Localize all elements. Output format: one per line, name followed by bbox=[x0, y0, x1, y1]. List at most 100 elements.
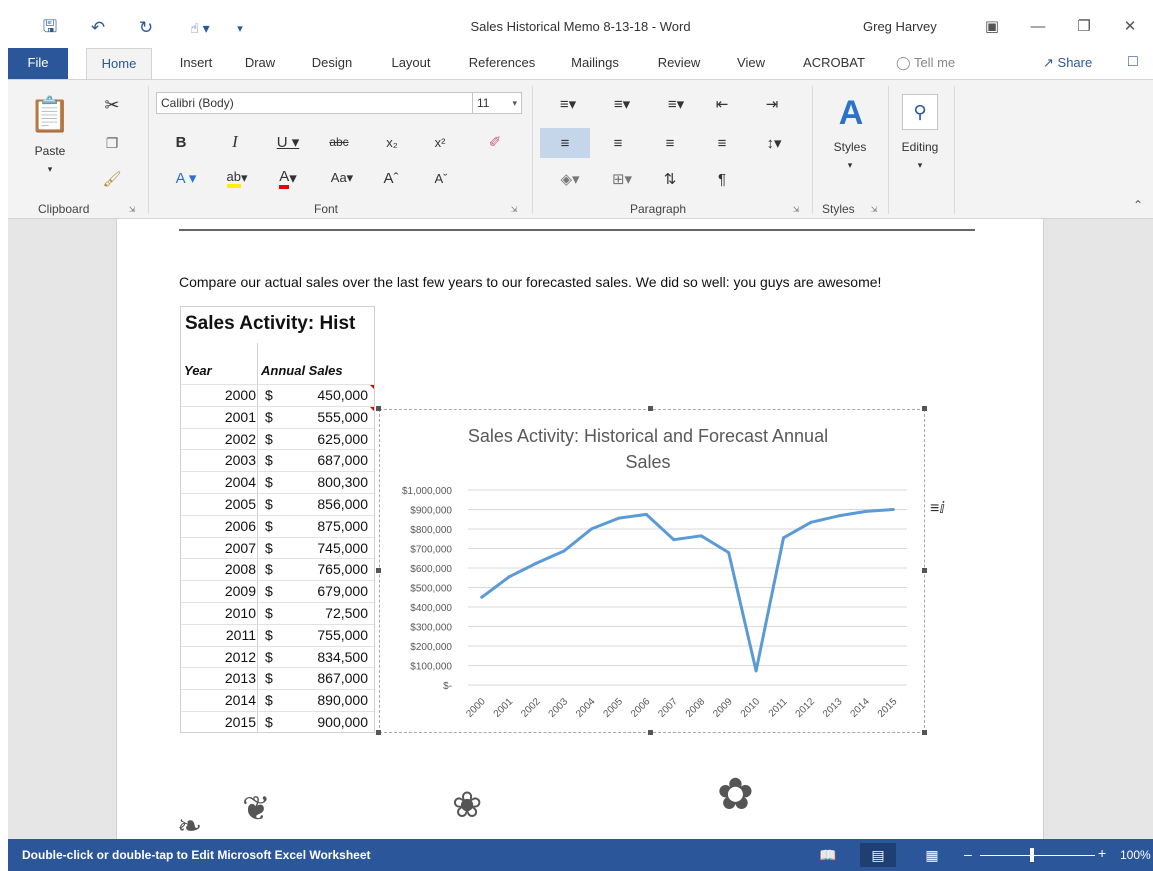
styles-dropdown-icon[interactable]: ▾ bbox=[840, 158, 860, 172]
tab-layout[interactable]: Layout bbox=[382, 48, 440, 80]
user-name[interactable]: Greg Harvey bbox=[863, 19, 937, 34]
tab-acrobat[interactable]: ACROBAT bbox=[792, 48, 876, 80]
change-case-icon[interactable]: Aa▾ bbox=[324, 166, 360, 190]
document-area[interactable]: Compare our actual sales over the last f… bbox=[8, 219, 1153, 839]
y-tick-label: $500,000 bbox=[410, 584, 452, 595]
search-icon[interactable]: ⚲ bbox=[902, 94, 938, 130]
resize-handle[interactable] bbox=[376, 406, 381, 411]
comments-icon[interactable]: □ bbox=[1128, 53, 1138, 71]
touch-mode-icon[interactable]: ☝ ▾ bbox=[170, 14, 230, 42]
underline-button[interactable]: U ▾ bbox=[270, 130, 306, 154]
shrink-font-icon[interactable]: Aˇ bbox=[428, 166, 454, 190]
tab-draw[interactable]: Draw bbox=[236, 48, 284, 80]
tell-me-box[interactable]: ◯ Tell me bbox=[896, 55, 955, 71]
tab-view[interactable]: View bbox=[726, 48, 776, 80]
strikethrough-button[interactable]: abc bbox=[324, 130, 354, 154]
font-launcher-icon[interactable]: ⇲ bbox=[508, 202, 520, 216]
status-bar: Double-click or double-tap to Edit Micro… bbox=[8, 839, 1153, 871]
font-color-icon[interactable]: A ▾ bbox=[270, 166, 306, 190]
styles-icon[interactable]: A bbox=[826, 88, 876, 138]
clear-formatting-icon[interactable]: ✐ bbox=[482, 130, 508, 154]
minimize-icon[interactable]: — bbox=[1015, 8, 1061, 44]
tab-mailings[interactable]: Mailings bbox=[562, 48, 628, 80]
embedded-excel-worksheet[interactable]: Sales Activity: Hist Year Annual Sales 2… bbox=[180, 306, 375, 733]
ribbon-display-options-icon[interactable]: ▣ bbox=[969, 8, 1015, 44]
restore-icon[interactable]: ❐ bbox=[1061, 8, 1107, 44]
share-button[interactable]: ↗ Share bbox=[1043, 55, 1092, 71]
borders-icon[interactable]: ⊞▾ bbox=[602, 166, 642, 192]
redo-icon[interactable]: ↻ bbox=[122, 14, 170, 42]
zoom-in-button[interactable]: + bbox=[1098, 845, 1106, 861]
tab-home[interactable]: Home bbox=[86, 48, 152, 80]
show-formatting-icon[interactable]: ¶ bbox=[708, 166, 736, 192]
document-page[interactable]: Compare our actual sales over the last f… bbox=[116, 219, 1044, 839]
read-mode-icon[interactable]: 📖 bbox=[810, 843, 846, 867]
styles-launcher-icon[interactable]: ⇲ bbox=[868, 202, 880, 216]
resize-handle[interactable] bbox=[376, 568, 381, 573]
tab-file[interactable]: File bbox=[8, 48, 68, 80]
justify-icon[interactable]: ≡ bbox=[708, 130, 736, 156]
print-layout-icon[interactable]: ▤ bbox=[860, 843, 896, 867]
resize-handle[interactable] bbox=[922, 730, 927, 735]
currency-cell: $ bbox=[265, 714, 273, 730]
bullets-icon[interactable]: ≡▾ bbox=[548, 92, 588, 116]
numbering-icon[interactable]: ≡▾ bbox=[602, 92, 642, 116]
sales-line-chart[interactable]: Sales Activity: Historical and Forecast … bbox=[379, 409, 925, 733]
resize-handle[interactable] bbox=[922, 406, 927, 411]
align-right-icon[interactable]: ≡ bbox=[656, 130, 684, 156]
multilevel-list-icon[interactable]: ≡▾ bbox=[656, 92, 696, 116]
paragraph-launcher-icon[interactable]: ⇲ bbox=[790, 202, 802, 216]
data-point bbox=[864, 509, 868, 513]
zoom-percentage[interactable]: 100% bbox=[1120, 848, 1151, 862]
subscript-button[interactable]: x₂ bbox=[380, 130, 404, 154]
resize-handle[interactable] bbox=[376, 730, 381, 735]
editing-button[interactable]: Editing bbox=[894, 138, 946, 156]
cut-icon[interactable]: ✂ bbox=[98, 92, 126, 118]
clipboard-launcher-icon[interactable]: ⇲ bbox=[126, 202, 138, 216]
save-icon[interactable]: 🖫 bbox=[26, 14, 74, 42]
collapse-ribbon-icon[interactable]: ⌃ bbox=[1133, 198, 1143, 212]
resize-handle[interactable] bbox=[648, 406, 653, 411]
increase-indent-icon[interactable]: ⇥ bbox=[758, 92, 786, 116]
tab-design[interactable]: Design bbox=[304, 48, 360, 80]
tab-insert[interactable]: Insert bbox=[168, 48, 224, 80]
zoom-slider-thumb[interactable] bbox=[1030, 848, 1034, 862]
format-painter-icon[interactable]: 🖌 bbox=[98, 166, 126, 192]
web-layout-icon[interactable]: ▦ bbox=[914, 843, 950, 867]
styles-button[interactable]: Styles bbox=[820, 138, 880, 156]
font-size-combo[interactable]: 11 ▾ bbox=[472, 92, 522, 114]
resize-handle[interactable] bbox=[922, 568, 927, 573]
y-tick-label: $- bbox=[443, 681, 452, 692]
decrease-indent-icon[interactable]: ⇤ bbox=[708, 92, 736, 116]
year-cell: 2000 bbox=[224, 387, 256, 403]
customize-toolbar-icon[interactable]: ▾ bbox=[230, 14, 250, 42]
italic-button[interactable]: I bbox=[224, 130, 246, 154]
zoom-slider-track[interactable] bbox=[980, 855, 1095, 856]
undo-icon[interactable]: ↶ bbox=[74, 14, 122, 42]
align-left-icon[interactable]: ≡ bbox=[540, 128, 590, 158]
paste-dropdown-icon[interactable]: ▾ bbox=[26, 162, 74, 176]
font-name-combo[interactable]: Calibri (Body) ▾ bbox=[156, 92, 496, 114]
tab-review[interactable]: Review bbox=[650, 48, 708, 80]
bold-button[interactable]: B bbox=[170, 130, 192, 154]
shading-icon[interactable]: ◈▾ bbox=[550, 166, 590, 192]
sort-icon[interactable]: ⇅ bbox=[656, 166, 684, 192]
zoom-out-button[interactable]: – bbox=[964, 846, 972, 862]
highlight-color-icon[interactable]: ab ▾ bbox=[216, 166, 258, 190]
editing-dropdown-icon[interactable]: ▾ bbox=[910, 158, 930, 172]
y-tick-label: $100,000 bbox=[410, 662, 452, 673]
paste-icon[interactable]: 📋 bbox=[26, 92, 74, 138]
line-spacing-icon[interactable]: ↕▾ bbox=[754, 130, 794, 156]
currency-cell: $ bbox=[265, 430, 273, 447]
close-icon[interactable]: ✕ bbox=[1107, 8, 1153, 44]
copy-icon[interactable]: ❐ bbox=[98, 130, 126, 156]
align-center-icon[interactable]: ≡ bbox=[604, 130, 632, 156]
tab-references[interactable]: References bbox=[462, 48, 542, 80]
text-effects-icon[interactable]: A ▾ bbox=[168, 166, 204, 190]
y-tick-label: $900,000 bbox=[410, 506, 452, 517]
body-paragraph[interactable]: Compare our actual sales over the last f… bbox=[179, 274, 881, 290]
superscript-button[interactable]: x² bbox=[428, 130, 452, 154]
grow-font-icon[interactable]: Aˆ bbox=[378, 166, 404, 190]
resize-handle[interactable] bbox=[648, 730, 653, 735]
paste-button[interactable]: Paste bbox=[26, 142, 74, 160]
